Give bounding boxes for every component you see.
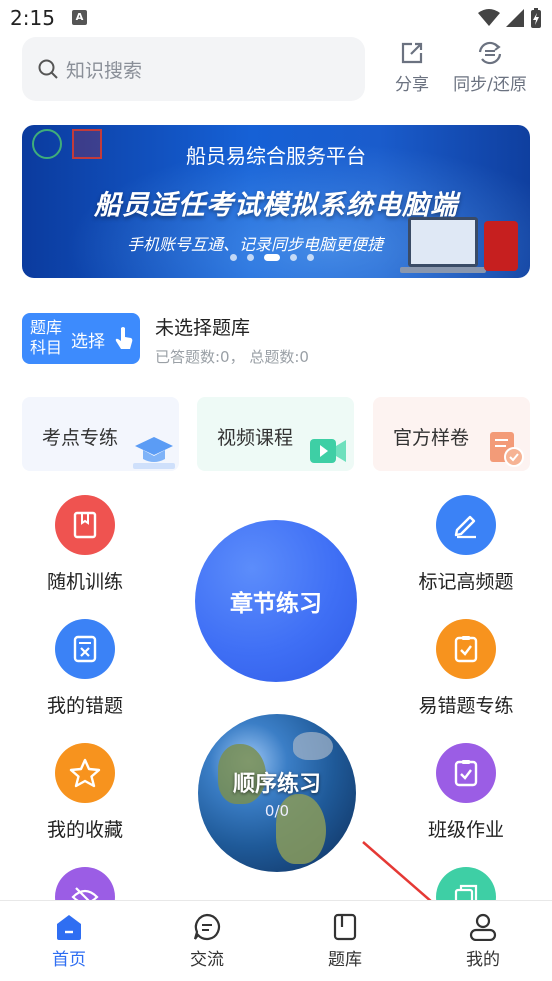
status-indicators: [478, 8, 542, 28]
sync-label: 同步/还原: [453, 75, 527, 95]
nav-community[interactable]: 交流: [157, 913, 257, 970]
nav-label: 我的: [466, 950, 500, 970]
laptop-illustration-icon: [408, 217, 478, 267]
nav-home[interactable]: 首页: [19, 913, 119, 970]
banner-dot[interactable]: [230, 254, 237, 261]
banner-subtitle: 手机账号互通、记录同步电脑更便捷: [127, 235, 384, 254]
banner-pagination: [230, 254, 314, 261]
app-notification-icon: A: [72, 10, 87, 25]
search-icon: [38, 59, 58, 79]
feature-label: 易错题专练: [418, 695, 514, 717]
bank-subject-tag: 题库科目: [30, 318, 63, 357]
card-video-course[interactable]: 视频课程: [197, 397, 354, 471]
my-wrong-questions-button[interactable]: 我的错题: [15, 619, 155, 718]
sync-icon: [478, 41, 502, 65]
card-official-sample[interactable]: 官方样卷: [373, 397, 530, 471]
status-bar: 2:15 A: [0, 0, 552, 36]
wifi-icon: [478, 9, 500, 26]
share-label: 分享: [395, 75, 429, 95]
globe-cloud-decoration: [293, 732, 333, 760]
mark-frequent-button[interactable]: 标记高频题: [396, 495, 536, 594]
red-stamp-icon: [484, 221, 518, 271]
user-icon: [469, 913, 497, 941]
nav-label: 交流: [190, 950, 224, 970]
home-icon: [57, 915, 81, 940]
sequence-progress: 0/0: [264, 802, 290, 820]
graduation-cap-icon: [133, 437, 175, 469]
nav-question-bank[interactable]: 题库: [295, 913, 395, 970]
promo-banner[interactable]: 船员易综合服务平台 船员适任考试模拟系统电脑端 手机账号互通、记录同步电脑更便捷: [22, 125, 530, 278]
status-time: 2:15: [10, 6, 55, 30]
document-check-icon: [490, 432, 524, 467]
card-key-points[interactable]: 考点专练: [22, 397, 179, 471]
card-label: 考点专练: [42, 427, 119, 449]
feature-label: 我的错题: [46, 695, 123, 717]
chapter-practice-button[interactable]: 章节练习: [195, 520, 357, 682]
share-button[interactable]: 分享: [367, 40, 457, 95]
feature-label: 班级作业: [427, 819, 504, 841]
homework-icon: [436, 743, 496, 803]
bottom-navigation: 首页 交流 题库 我的: [0, 900, 552, 981]
search-input[interactable]: 知识搜索: [22, 37, 365, 101]
banner-dot[interactable]: [307, 254, 314, 261]
clipboard-check-icon: [436, 619, 496, 679]
choose-label: 选择: [71, 332, 105, 352]
error-prone-practice-button[interactable]: 易错题专练: [396, 619, 536, 718]
class-homework-button[interactable]: 班级作业: [396, 743, 536, 842]
random-training-button[interactable]: 随机训练: [15, 495, 155, 594]
selected-bank-title: 未选择题库: [155, 317, 251, 339]
feature-label: 随机训练: [46, 571, 123, 593]
banner-dot-active[interactable]: [264, 254, 280, 261]
video-camera-icon: [310, 439, 346, 463]
book-icon: [55, 495, 115, 555]
chapter-practice-label: 章节练习: [230, 591, 322, 617]
sync-restore-button[interactable]: 同步/还原: [445, 40, 535, 95]
laptop-base-icon: [400, 267, 486, 273]
tap-hand-icon: [115, 327, 133, 349]
feature-label: 我的收藏: [46, 819, 123, 841]
bank-stats: 已答题数:0， 总题数:0: [155, 348, 309, 366]
book-icon: [333, 913, 357, 941]
nav-label: 首页: [52, 950, 86, 970]
banner-platform-name: 船员易综合服务平台: [186, 144, 366, 168]
sequence-practice-button[interactable]: 顺序练习 0/0: [198, 714, 356, 872]
nav-mine[interactable]: 我的: [433, 913, 533, 970]
card-label: 视频课程: [217, 427, 294, 449]
feature-label: 标记高频题: [418, 571, 514, 593]
choose-question-bank-button[interactable]: 题库科目 选择: [22, 313, 140, 364]
banner-dot[interactable]: [290, 254, 297, 261]
pencil-icon: [436, 495, 496, 555]
banner-dot[interactable]: [247, 254, 254, 261]
chat-bubble-icon: [193, 913, 221, 941]
nav-label: 题库: [328, 950, 362, 970]
signal-icon: [506, 9, 524, 27]
battery-icon: [531, 8, 541, 28]
sequence-practice-label: 顺序练习: [232, 772, 321, 797]
my-favorites-button[interactable]: 我的收藏: [15, 743, 155, 842]
wrong-question-icon: [55, 619, 115, 679]
share-icon: [401, 42, 423, 64]
card-label: 官方样卷: [393, 427, 470, 449]
search-placeholder: 知识搜索: [66, 59, 143, 82]
star-icon: [55, 743, 115, 803]
